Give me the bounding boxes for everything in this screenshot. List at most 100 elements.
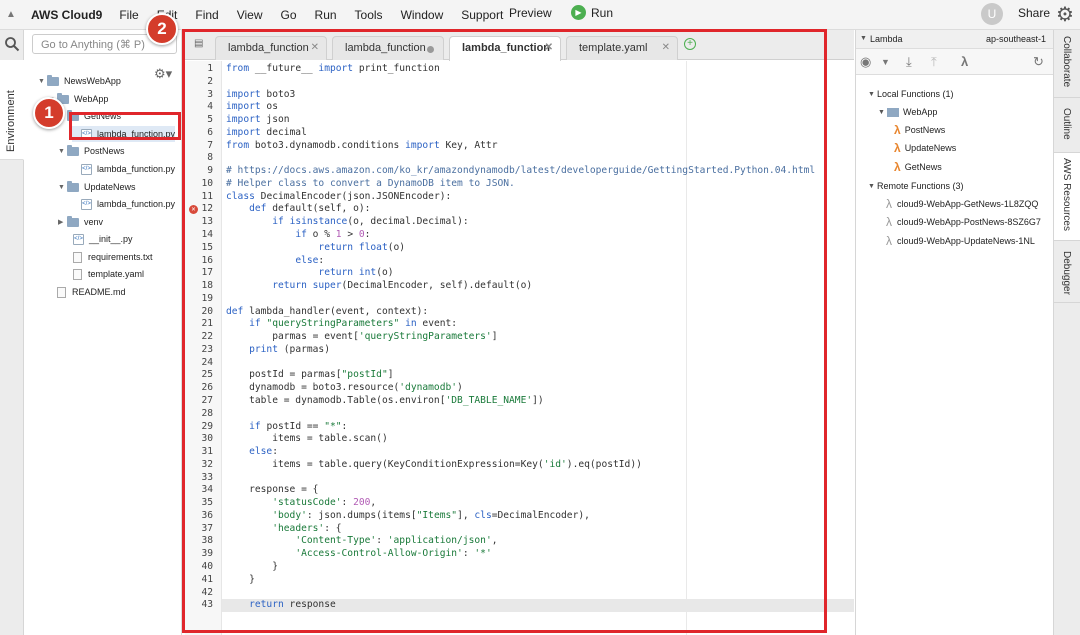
tree-item-label: PostNews — [84, 146, 125, 156]
tree-item-label: lambda_function.py — [97, 199, 176, 209]
app-brand[interactable]: AWS Cloud9 — [31, 8, 102, 22]
expand-triangle-icon[interactable]: ▼ — [58, 184, 67, 191]
lambda-panel-title: Lambda — [870, 34, 903, 44]
expand-triangle-icon: ▼ — [868, 182, 875, 190]
document-icon — [57, 286, 66, 298]
download-icon[interactable]: ⤓ — [906, 54, 912, 70]
tab-debugger[interactable]: Debugger — [1054, 241, 1080, 303]
tab-outline[interactable]: Outline — [1054, 98, 1080, 153]
remote-function-item[interactable]: λ cloud9-WebApp-PostNews-8SZ6G7 — [886, 214, 1041, 230]
run-circle-icon[interactable]: ◉ — [860, 54, 871, 70]
tree-item-label: __init__.py — [89, 234, 133, 244]
lambda-icon: λ — [886, 197, 892, 211]
python-file-icon: </> — [81, 198, 92, 210]
local-function-label: GetNews — [904, 162, 942, 172]
menu-view[interactable]: View — [237, 8, 263, 22]
python-file-icon: </> — [81, 163, 92, 175]
local-function-item[interactable]: λ PostNews — [894, 122, 945, 138]
search-icon[interactable] — [4, 36, 20, 52]
local-functions-header[interactable]: ▼ Local Functions (1) — [868, 86, 954, 102]
menu-window[interactable]: Window — [401, 8, 444, 22]
dropdown-chevron-icon[interactable]: ▼ — [881, 57, 890, 67]
tree-item-label: venv — [84, 217, 104, 227]
remote-function-label: cloud9-WebApp-PostNews-8SZ6G7 — [897, 217, 1041, 227]
share-button[interactable]: Share — [1018, 6, 1050, 20]
lambda-icon: λ — [886, 215, 892, 229]
run-button[interactable]: ▶ Run — [571, 5, 613, 20]
tree-file-item[interactable]: template.yaml — [64, 266, 144, 282]
lambda-icon: λ — [894, 160, 901, 174]
expand-triangle-icon[interactable]: ▶ — [58, 218, 67, 226]
menu-support[interactable]: Support — [461, 8, 503, 22]
menu-run[interactable]: Run — [315, 8, 337, 22]
highlight-box-lambda-file — [69, 112, 181, 140]
remote-function-item[interactable]: λ cloud9-WebApp-UpdateNews-1NL — [886, 233, 1035, 249]
lambda-panel: ▼ Lambda ap-southeast-1 ◉ ▼ ⤓ ⤒ λ ↻ ▼ Lo… — [855, 30, 1054, 635]
tree-folder-item[interactable]: ▼ PostNews — [58, 143, 125, 159]
app-row[interactable]: ▼ WebApp — [878, 104, 937, 120]
tab-collaborate[interactable]: Collaborate — [1054, 30, 1080, 98]
lambda-icon: λ — [894, 141, 901, 155]
menu-file[interactable]: File — [119, 8, 138, 22]
tree-folder-item[interactable]: ▶ venv — [58, 214, 103, 230]
menu-go[interactable]: Go — [281, 8, 297, 22]
tree-file-item[interactable]: </> lambda_function.py — [72, 161, 175, 177]
remote-functions-header[interactable]: ▼ Remote Functions (3) — [868, 178, 964, 194]
tree-file-item[interactable]: requirements.txt — [64, 249, 153, 265]
folder-icon — [67, 144, 79, 156]
lambda-icon: λ — [886, 234, 892, 248]
tab-environment[interactable]: Environment — [0, 60, 24, 160]
highlight-box-editor — [182, 29, 827, 633]
right-tab-strip: Collaborate Outline AWS Resources Debugg… — [1053, 30, 1080, 635]
region-label[interactable]: ap-southeast-1 — [986, 34, 1046, 44]
tab-debugger-label: Debugger — [1061, 251, 1072, 295]
menu-tools[interactable]: Tools — [355, 8, 383, 22]
local-function-item[interactable]: λ GetNews — [894, 159, 942, 175]
tree-folder-item[interactable]: ▼ NewsWebApp — [38, 73, 121, 89]
folder-icon — [67, 215, 79, 227]
tab-outline-label: Outline — [1061, 108, 1072, 140]
remote-function-label: cloud9-WebApp-UpdateNews-1NL — [897, 236, 1035, 246]
expand-triangle-icon: ▼ — [878, 108, 885, 116]
play-icon: ▶ — [571, 5, 586, 20]
left-tab-strip: Environment — [0, 30, 24, 635]
tree-item-label: README.md — [72, 287, 126, 297]
expand-triangle-icon: ▼ — [868, 90, 875, 98]
avatar[interactable]: U — [981, 3, 1003, 25]
menu-find[interactable]: Find — [195, 8, 218, 22]
annotation-badge-1: 1 — [33, 97, 65, 129]
local-function-item[interactable]: λ UpdateNews — [894, 140, 956, 156]
tab-aws-resources[interactable]: AWS Resources — [1054, 153, 1080, 241]
gear-icon[interactable]: ⚙ — [1056, 2, 1074, 27]
refresh-icon[interactable]: ↻ — [1033, 54, 1044, 70]
upload-icon[interactable]: ⤒ — [931, 54, 937, 70]
local-function-label: UpdateNews — [904, 143, 957, 153]
remote-functions-label: Remote Functions (3) — [877, 181, 964, 191]
folder-icon — [67, 180, 79, 192]
tree-item-label: UpdateNews — [84, 182, 136, 192]
tree-file-item[interactable]: </> lambda_function.py — [72, 196, 175, 212]
lambda-icon: λ — [894, 123, 901, 137]
annotation-badge-2: 2 — [146, 13, 178, 45]
tree-settings-gear-icon[interactable]: ⚙▾ — [154, 66, 172, 82]
tree-file-item[interactable]: README.md — [48, 284, 126, 300]
local-function-label: PostNews — [904, 125, 946, 135]
collapse-triangle-icon[interactable]: ▼ — [860, 35, 867, 42]
tree-item-label: lambda_function.py — [97, 164, 176, 174]
tree-item-label: NewsWebApp — [64, 76, 121, 86]
tab-environment-label: Environment — [5, 90, 17, 152]
remote-function-label: cloud9-WebApp-GetNews-1L8ZQQ — [897, 199, 1039, 209]
expand-triangle-icon[interactable]: ▼ — [58, 148, 67, 155]
tree-file-item[interactable]: </> __init__.py — [64, 231, 133, 247]
expand-triangle-icon[interactable]: ▼ — [38, 78, 47, 85]
preview-button[interactable]: Preview — [509, 6, 552, 20]
tree-item-label: WebApp — [74, 94, 109, 104]
lambda-create-icon[interactable]: λ — [961, 54, 968, 69]
folder-icon — [47, 74, 59, 86]
document-icon — [73, 251, 82, 263]
collapse-icon[interactable]: ▲ — [4, 9, 18, 20]
app-label: WebApp — [903, 107, 938, 117]
remote-function-item[interactable]: λ cloud9-WebApp-GetNews-1L8ZQQ — [886, 196, 1038, 212]
tree-folder-item[interactable]: ▼ UpdateNews — [58, 179, 136, 195]
python-file-icon: </> — [73, 233, 84, 245]
